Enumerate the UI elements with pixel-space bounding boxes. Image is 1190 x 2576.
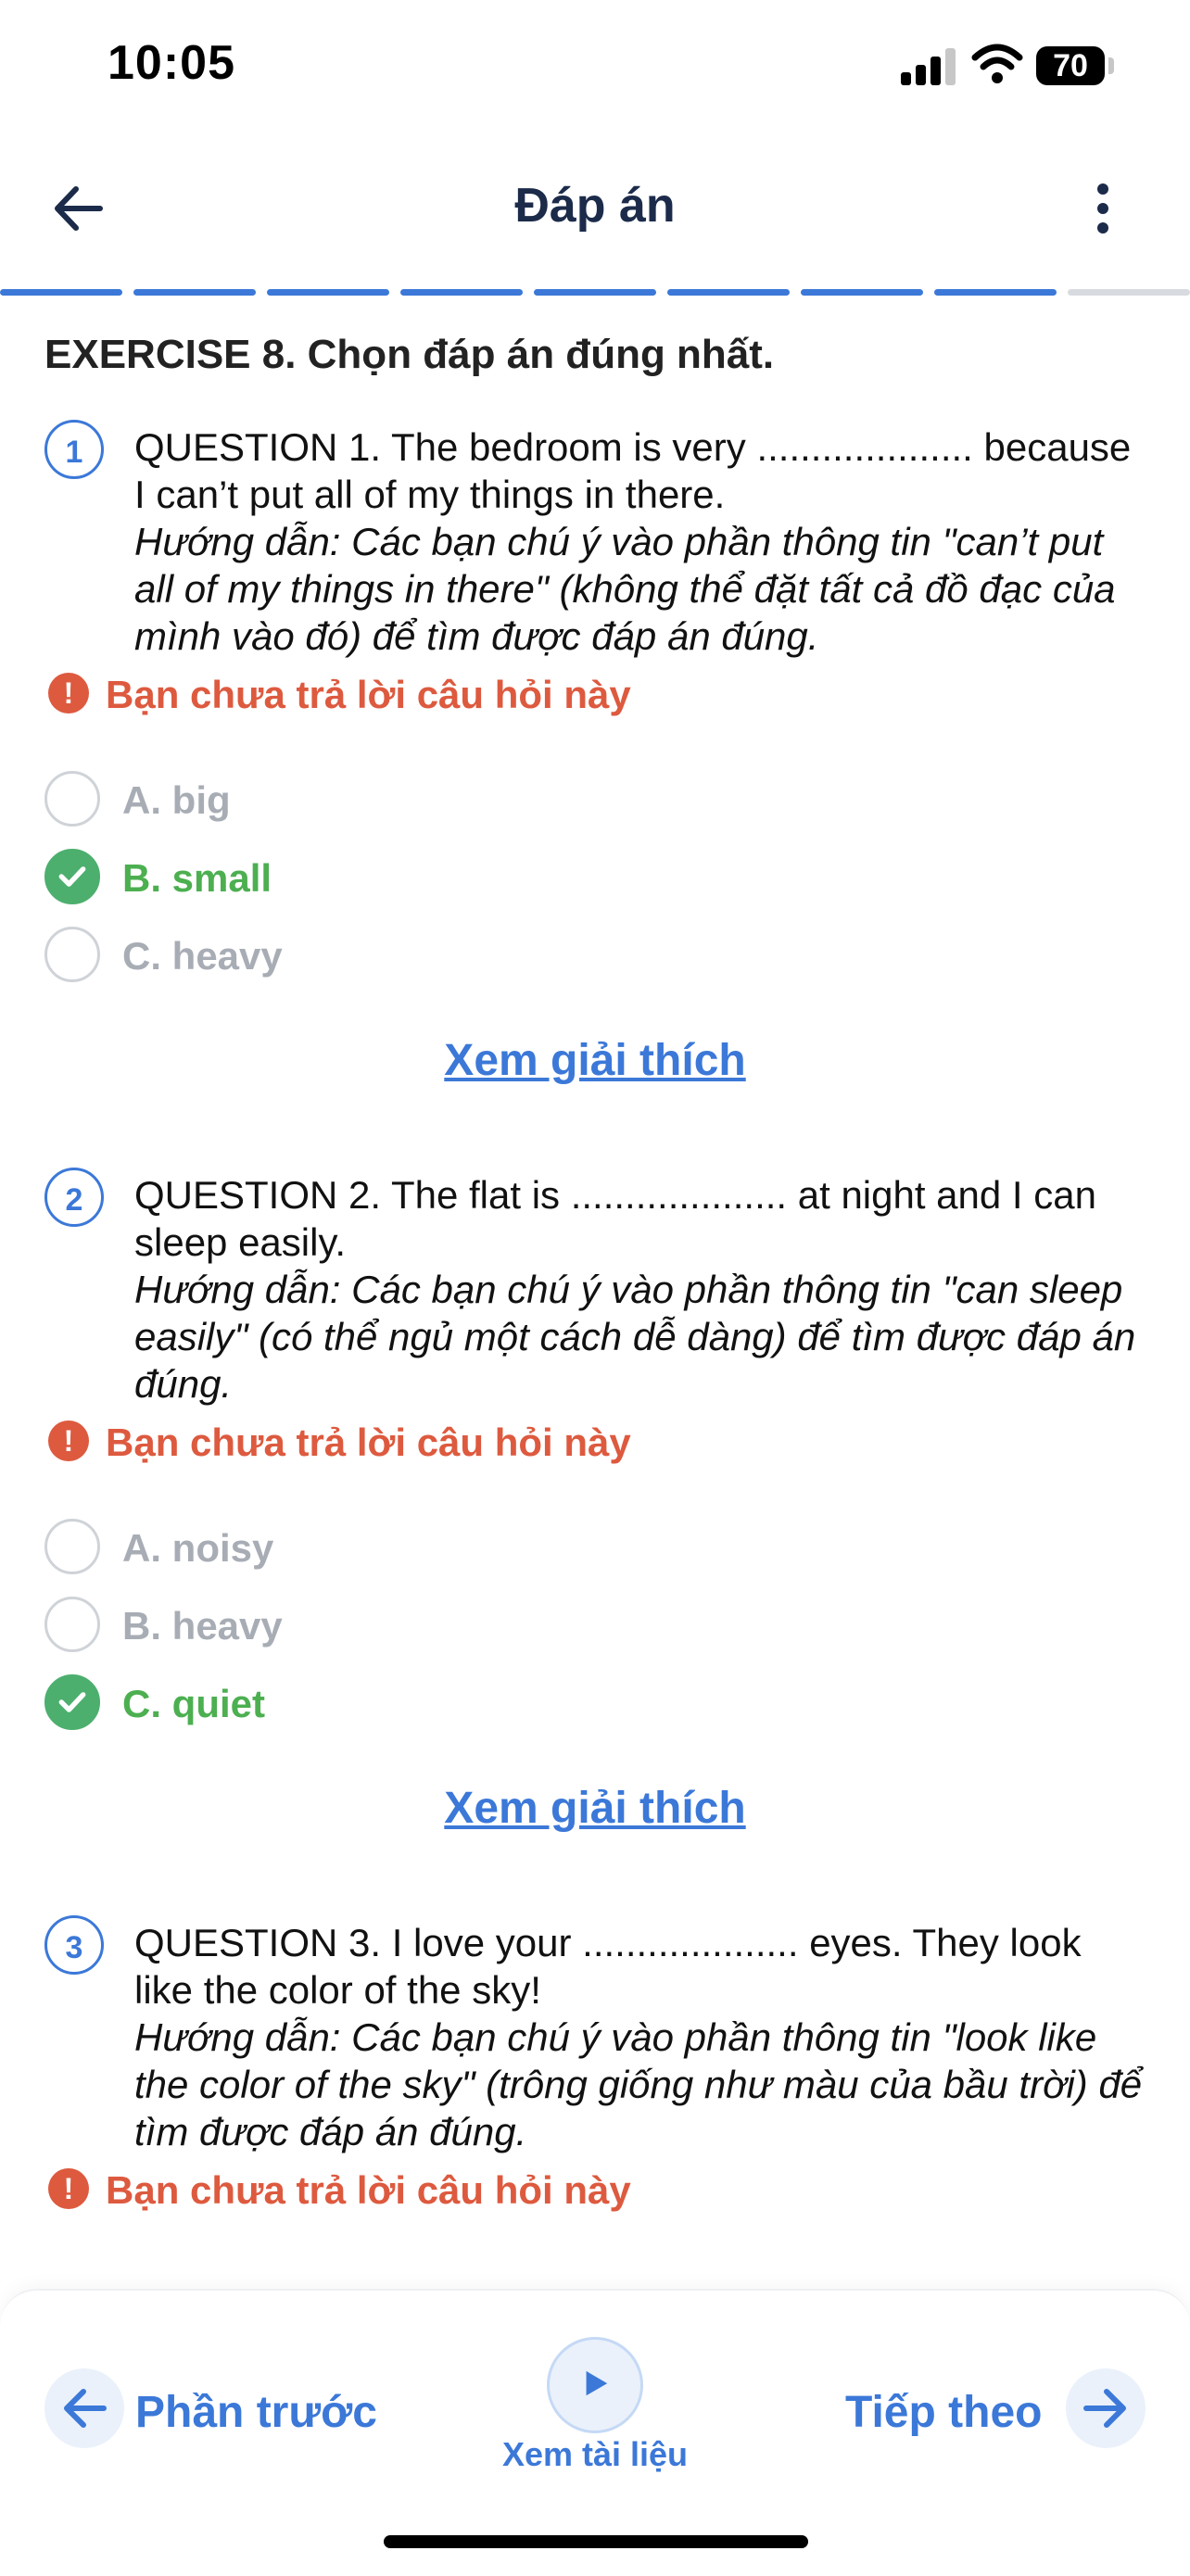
option-c[interactable]: C. heavy	[44, 927, 601, 986]
exclamation-icon: !	[48, 673, 89, 713]
progress-segment	[1068, 289, 1190, 296]
status-time: 10:05	[108, 36, 235, 90]
progress-segment	[0, 289, 122, 296]
exclamation-icon: !	[48, 2168, 89, 2209]
option-label: B. small	[122, 856, 272, 900]
progress-segment	[667, 289, 790, 296]
question-hint: Hướng dẫn: Các bạn chú ý vào phần thông …	[134, 2015, 1143, 2153]
previous-label: Phần trước	[135, 2388, 377, 2437]
progress-segment	[534, 289, 656, 296]
view-explanation-link[interactable]: Xem giải thích	[0, 1783, 1190, 1834]
battery-icon: 70	[1036, 46, 1105, 85]
question-text: QUESTION 1. The bedroom is very ........…	[134, 423, 1145, 660]
option-label: A. big	[122, 778, 231, 822]
status-bar: 10:05 70	[0, 0, 1190, 130]
radio-button[interactable]	[44, 1519, 100, 1574]
option-label: A. noisy	[122, 1526, 274, 1570]
option-a[interactable]: A. big	[44, 771, 601, 830]
wifi-icon	[971, 44, 1023, 83]
option-b[interactable]: B. small	[44, 849, 601, 908]
progress-segment	[267, 289, 389, 296]
question-number-badge: 2	[44, 1168, 104, 1227]
progress-segments	[0, 289, 1190, 297]
option-label: C. heavy	[122, 934, 283, 978]
question-hint: Hướng dẫn: Các bạn chú ý vào phần thông …	[134, 1268, 1136, 1406]
progress-segment	[400, 289, 523, 296]
app-header: Đáp án	[0, 130, 1190, 287]
exclamation-icon: !	[48, 1421, 89, 1461]
radio-button[interactable]	[44, 1597, 100, 1652]
page-title: Đáp án	[514, 179, 676, 233]
progress-segment	[133, 289, 256, 296]
view-explanation-link[interactable]: Xem giải thích	[0, 1035, 1190, 1086]
more-vertical-icon[interactable]	[1075, 176, 1131, 241]
question-prompt: QUESTION 2. The flat is ................…	[134, 1173, 1096, 1264]
unanswered-text: Bạn chưa trả lời câu hỏi này	[106, 1421, 631, 1464]
question-text: QUESTION 3. I love your ................…	[134, 1919, 1145, 2155]
question-hint: Hướng dẫn: Các bạn chú ý vào phần thông …	[134, 520, 1116, 658]
option-label: B. heavy	[122, 1604, 283, 1648]
play-icon[interactable]	[547, 2337, 643, 2433]
exercise-title: EXERCISE 8. Chọn đáp án đúng nhất.	[44, 332, 775, 377]
home-indicator	[384, 2535, 808, 2548]
arrow-right-icon	[1066, 2368, 1146, 2448]
next-label: Tiếp theo	[845, 2388, 1043, 2437]
question-number-badge: 3	[44, 1915, 104, 1975]
option-c[interactable]: C. quiet	[44, 1674, 601, 1734]
question-text: QUESTION 2. The flat is ................…	[134, 1171, 1145, 1408]
answer-list[interactable]: EXERCISE 8. Chọn đáp án đúng nhất. 1 QUE…	[0, 297, 1190, 2289]
question-prompt: QUESTION 1. The bedroom is very ........…	[134, 425, 1132, 516]
unanswered-text: Bạn chưa trả lời câu hỏi này	[106, 673, 631, 716]
check-icon[interactable]	[44, 849, 100, 904]
progress-segment	[934, 289, 1057, 296]
next-button[interactable]: Tiếp theo	[843, 2368, 1146, 2452]
bottom-navigation: Phần trước Xem tài liệu Tiếp theo	[0, 2289, 1190, 2576]
option-a[interactable]: A. noisy	[44, 1519, 601, 1578]
progress-segment	[801, 289, 923, 296]
signal-icon	[901, 46, 956, 85]
option-label: C. quiet	[122, 1682, 265, 1725]
unanswered-text: Bạn chưa trả lời câu hỏi này	[106, 2168, 631, 2212]
question-prompt: QUESTION 3. I love your ................…	[134, 1921, 1082, 2012]
battery-tip	[1108, 57, 1114, 74]
question-number-badge: 1	[44, 420, 104, 479]
radio-button[interactable]	[44, 927, 100, 982]
option-b[interactable]: B. heavy	[44, 1597, 601, 1656]
radio-button[interactable]	[44, 771, 100, 827]
check-icon[interactable]	[44, 1674, 100, 1730]
